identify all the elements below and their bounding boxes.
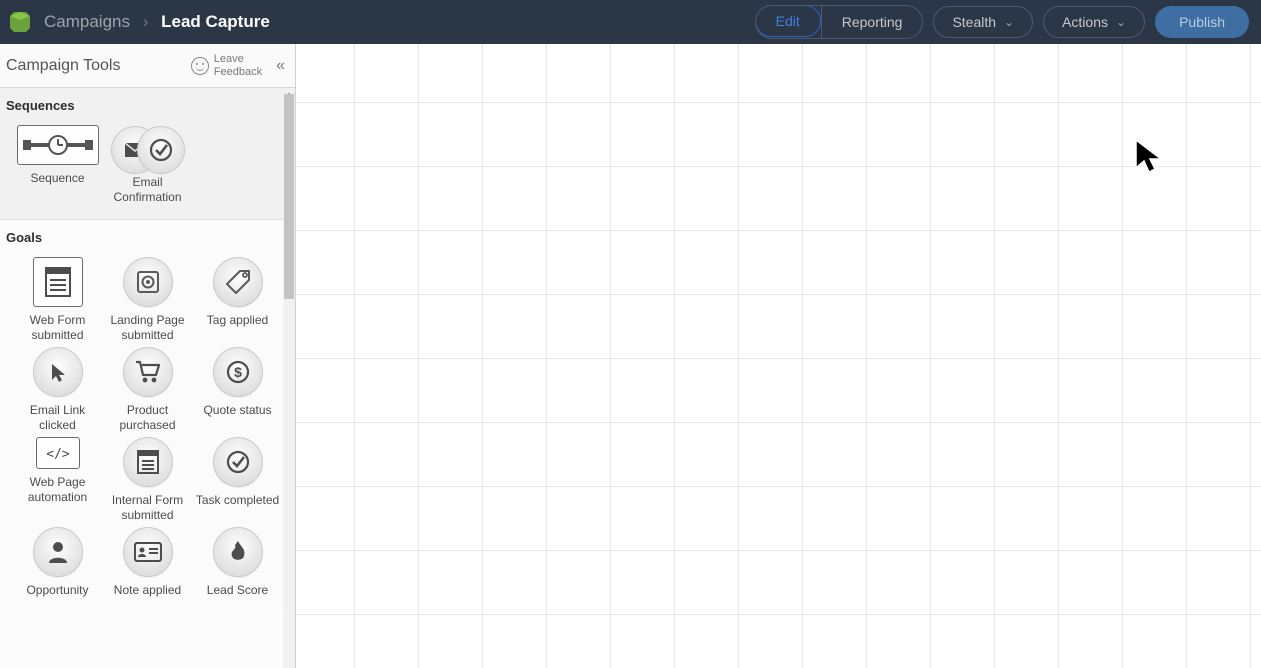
tool-tag-applied[interactable]: Tag applied bbox=[193, 257, 283, 343]
edit-tab[interactable]: Edit bbox=[755, 5, 821, 37]
check-circle-icon bbox=[149, 138, 173, 162]
edit-tab-label: Edit bbox=[776, 13, 800, 29]
goals-title: Goals bbox=[0, 220, 295, 251]
sequence-icon bbox=[17, 125, 99, 165]
feedback-line2: Feedback bbox=[214, 66, 262, 78]
tag-icon bbox=[213, 257, 263, 307]
tool-internal-form-submitted[interactable]: Internal Form submitted bbox=[103, 437, 193, 523]
tool-label: Internal Form submitted bbox=[103, 493, 193, 523]
tool-label: Landing Page submitted bbox=[103, 313, 193, 343]
reporting-tab-label: Reporting bbox=[842, 14, 903, 30]
tool-label: Sequence bbox=[30, 171, 84, 186]
sequences-section: Sequences Sequence bbox=[0, 88, 295, 219]
header-bar: Campaigns › Lead Capture Edit Reporting … bbox=[0, 0, 1261, 44]
collapse-panel-button[interactable]: « bbox=[276, 57, 285, 75]
chevron-down-icon: ⌄ bbox=[1004, 15, 1014, 29]
panel-scrollbar[interactable]: ▴ bbox=[283, 88, 295, 668]
smile-icon bbox=[191, 57, 209, 75]
tool-note-applied[interactable]: Note applied bbox=[103, 527, 193, 598]
tool-label: Web Form submitted bbox=[13, 313, 103, 343]
tool-label: Lead Score bbox=[207, 583, 268, 598]
breadcrumb: Campaigns › Lead Capture bbox=[44, 12, 270, 32]
breadcrumb-separator: › bbox=[135, 12, 157, 31]
stealth-dropdown[interactable]: Stealth ⌄ bbox=[933, 6, 1033, 38]
tool-opportunity[interactable]: Opportunity bbox=[13, 527, 103, 598]
svg-text:$: $ bbox=[234, 364, 242, 380]
header-right: Edit Reporting Stealth ⌄ Actions ⌄ Publi… bbox=[755, 5, 1249, 39]
dollar-icon: $ bbox=[213, 347, 263, 397]
tool-web-page-automation[interactable]: </> Web Page automation bbox=[13, 437, 103, 523]
tool-sequence[interactable]: Sequence bbox=[13, 125, 103, 205]
flame-icon bbox=[213, 527, 263, 577]
left-panel: Campaign Tools Leave Feedback « Sequence… bbox=[0, 44, 296, 668]
tool-task-completed[interactable]: Task completed bbox=[193, 437, 283, 523]
tool-label: Email Link clicked bbox=[13, 403, 103, 433]
tool-label: Tag applied bbox=[207, 313, 268, 328]
goals-grid: Web Form submitted Landing Page submitte… bbox=[0, 251, 295, 612]
reporting-tab[interactable]: Reporting bbox=[821, 6, 923, 38]
sequences-title: Sequences bbox=[0, 88, 295, 119]
goals-section: Goals Web Form submitted bbox=[0, 219, 295, 612]
breadcrumb-current: Lead Capture bbox=[161, 12, 270, 31]
logo-icon bbox=[10, 12, 30, 32]
tool-email-link-clicked[interactable]: Email Link clicked bbox=[13, 347, 103, 433]
leave-feedback-button[interactable]: Leave Feedback bbox=[191, 53, 262, 77]
mode-toggle: Edit Reporting bbox=[755, 5, 924, 39]
breadcrumb-root[interactable]: Campaigns bbox=[44, 12, 130, 31]
tool-label: Email Confirmation bbox=[103, 175, 193, 205]
tool-lead-score[interactable]: Lead Score bbox=[193, 527, 283, 598]
tool-label: Opportunity bbox=[26, 583, 88, 598]
form-icon bbox=[33, 257, 83, 307]
left-panel-header: Campaign Tools Leave Feedback « bbox=[0, 44, 295, 88]
tool-label: Web Page automation bbox=[13, 475, 103, 505]
tool-email-confirmation[interactable]: Email Confirmation bbox=[103, 125, 193, 205]
person-icon bbox=[33, 527, 83, 577]
tool-label: Quote status bbox=[203, 403, 271, 418]
tool-label: Task completed bbox=[196, 493, 279, 508]
left-panel-scroll[interactable]: Sequences Sequence bbox=[0, 88, 295, 668]
scroll-thumb[interactable] bbox=[284, 94, 294, 299]
id-card-icon bbox=[123, 527, 173, 577]
actions-label: Actions bbox=[1062, 14, 1108, 30]
panel-title: Campaign Tools bbox=[6, 57, 120, 75]
landing-page-icon bbox=[123, 257, 173, 307]
publish-label: Publish bbox=[1179, 14, 1225, 30]
email-confirmation-icon bbox=[111, 125, 185, 175]
stealth-label: Stealth bbox=[952, 14, 996, 30]
cursor-click-icon bbox=[33, 347, 83, 397]
canvas[interactable] bbox=[296, 44, 1261, 668]
tool-quote-status[interactable]: $ Quote status bbox=[193, 347, 283, 433]
actions-dropdown[interactable]: Actions ⌄ bbox=[1043, 6, 1145, 38]
tool-label: Product purchased bbox=[103, 403, 193, 433]
tool-product-purchased[interactable]: Product purchased bbox=[103, 347, 193, 433]
cart-icon bbox=[123, 347, 173, 397]
publish-button[interactable]: Publish bbox=[1155, 6, 1249, 38]
sequences-grid: Sequence bbox=[0, 119, 295, 219]
tool-web-form-submitted[interactable]: Web Form submitted bbox=[13, 257, 103, 343]
tool-landing-page-submitted[interactable]: Landing Page submitted bbox=[103, 257, 193, 343]
feedback-line1: Leave bbox=[214, 53, 244, 65]
code-icon: </> bbox=[36, 437, 80, 469]
feedback-text: Leave Feedback bbox=[214, 53, 262, 77]
chevron-down-icon: ⌄ bbox=[1116, 15, 1126, 29]
task-check-icon bbox=[213, 437, 263, 487]
svg-text:</>: </> bbox=[46, 447, 70, 462]
internal-form-icon bbox=[123, 437, 173, 487]
tool-label: Note applied bbox=[114, 583, 181, 598]
